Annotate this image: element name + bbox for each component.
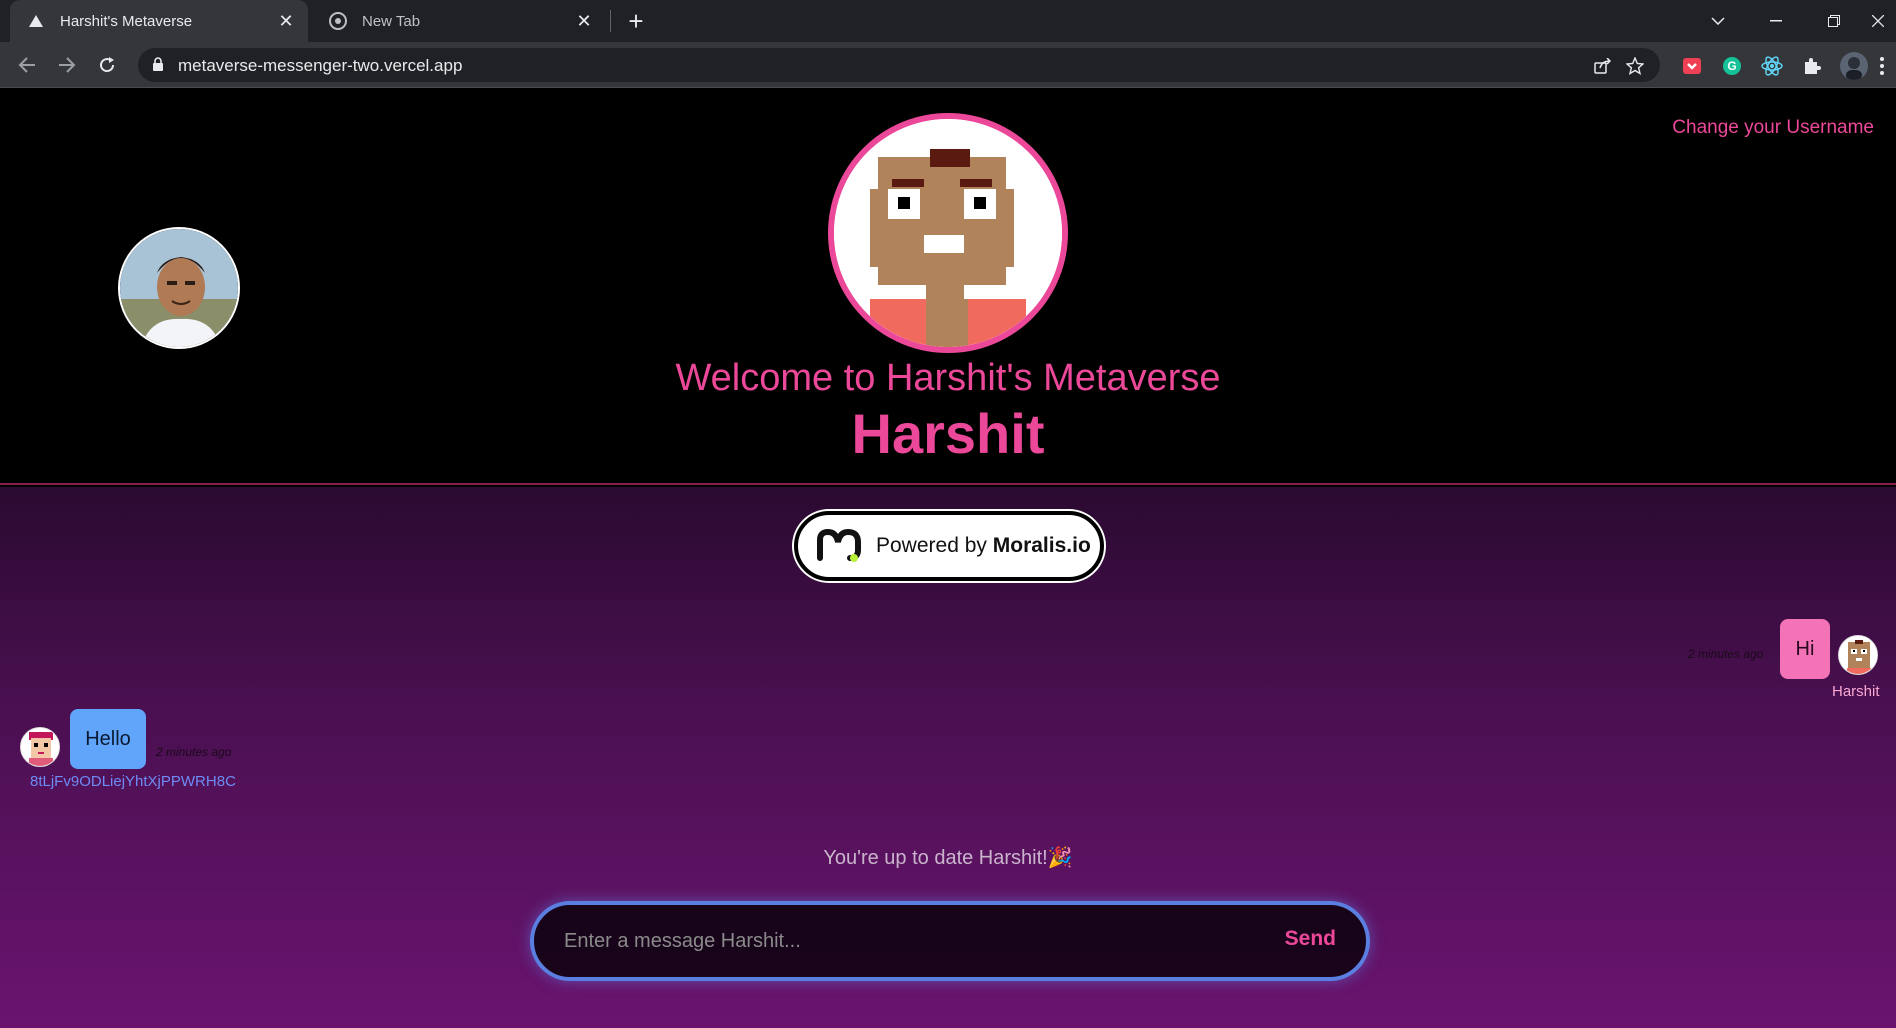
message-composer: Send	[530, 901, 1370, 981]
powered-prefix: Powered by	[876, 534, 987, 557]
vercel-favicon-icon	[26, 11, 46, 31]
moralis-logo-icon	[816, 528, 864, 564]
message-bubble: Hello	[70, 709, 146, 769]
reload-icon[interactable]	[92, 50, 122, 80]
tab-title: New Tab	[362, 12, 421, 30]
up-to-date-status: You're up to date Harshit!🎉	[0, 845, 1896, 870]
react-devtools-extension-icon[interactable]	[1760, 54, 1784, 78]
lock-icon[interactable]	[152, 57, 168, 73]
tab-harshits-metaverse[interactable]: Harshit's Metaverse ✕	[10, 0, 308, 42]
pixel-avatar-image	[828, 113, 1068, 353]
tab-separator	[610, 10, 611, 32]
page: Change your Username Welcome to Harshit'…	[0, 89, 1896, 1028]
moralis-brand-text: Moralis.io	[992, 534, 1091, 557]
username-heading: Harshit	[851, 402, 1045, 465]
extensions-puzzle-icon[interactable]	[1800, 54, 1824, 78]
user-avatar	[1838, 635, 1878, 675]
pocket-extension-icon[interactable]	[1680, 54, 1704, 78]
header-section: Change your Username Welcome to Harshit'…	[0, 89, 1896, 485]
message-timestamp: 2 minutes ago	[1688, 647, 1764, 661]
change-username-link[interactable]: Change your Username	[1672, 117, 1874, 139]
chat-section: Powered by Moralis.io 2 minutes ago Hi H…	[0, 487, 1896, 1028]
chrome-favicon-icon	[328, 11, 348, 31]
send-button[interactable]: Send	[1285, 927, 1336, 951]
browser-menu-icon[interactable]	[1876, 54, 1888, 78]
bookmark-star-icon[interactable]	[1624, 55, 1646, 77]
powered-by-text: Powered by Moralis.io	[876, 534, 1091, 558]
close-tab-icon[interactable]: ✕	[274, 9, 298, 33]
welcome-heading: Welcome to Harshit's Metaverse	[675, 357, 1221, 399]
tab-title: Harshit's Metaverse	[60, 12, 193, 30]
profile-avatar[interactable]	[1840, 52, 1868, 80]
browser-toolbar: metaverse-messenger-two.vercel.app G	[0, 42, 1896, 88]
restore-icon[interactable]	[1806, 0, 1862, 42]
user-avatar	[20, 727, 60, 767]
powered-by-moralis-badge[interactable]: Powered by Moralis.io	[794, 511, 1104, 581]
new-tab-plus-icon[interactable]: +	[622, 6, 650, 36]
back-arrow-icon[interactable]	[12, 50, 42, 80]
up-to-date-text: You're up to date Harshit!	[823, 847, 1048, 869]
svg-text:G: G	[1727, 59, 1736, 73]
close-window-icon[interactable]	[1860, 0, 1896, 42]
tab-new-tab[interactable]: New Tab ✕	[312, 0, 606, 42]
message-timestamp: 2 minutes ago	[156, 745, 232, 759]
profile-photo	[118, 227, 240, 349]
browser-tab-bar: Harshit's Metaverse ✕ New Tab ✕ +	[0, 0, 1896, 42]
message-username: Harshit	[1832, 683, 1880, 700]
share-icon[interactable]	[1592, 55, 1614, 77]
forward-arrow-icon[interactable]	[52, 50, 82, 80]
url-text[interactable]: metaverse-messenger-two.vercel.app	[178, 56, 462, 76]
message-username: 8tLjFv9ODLiejYhtXjPPWRH8C	[30, 773, 236, 790]
party-popper-icon: 🎉	[1047, 847, 1073, 869]
close-tab-icon[interactable]: ✕	[572, 9, 596, 33]
message-input[interactable]	[564, 925, 1244, 957]
grammarly-extension-icon[interactable]: G	[1720, 54, 1744, 78]
message-bubble: Hi	[1780, 619, 1830, 679]
tab-search-chevron-icon[interactable]	[1690, 0, 1746, 42]
minimize-icon[interactable]	[1748, 0, 1804, 42]
address-bar[interactable]: metaverse-messenger-two.vercel.app	[138, 48, 1660, 82]
